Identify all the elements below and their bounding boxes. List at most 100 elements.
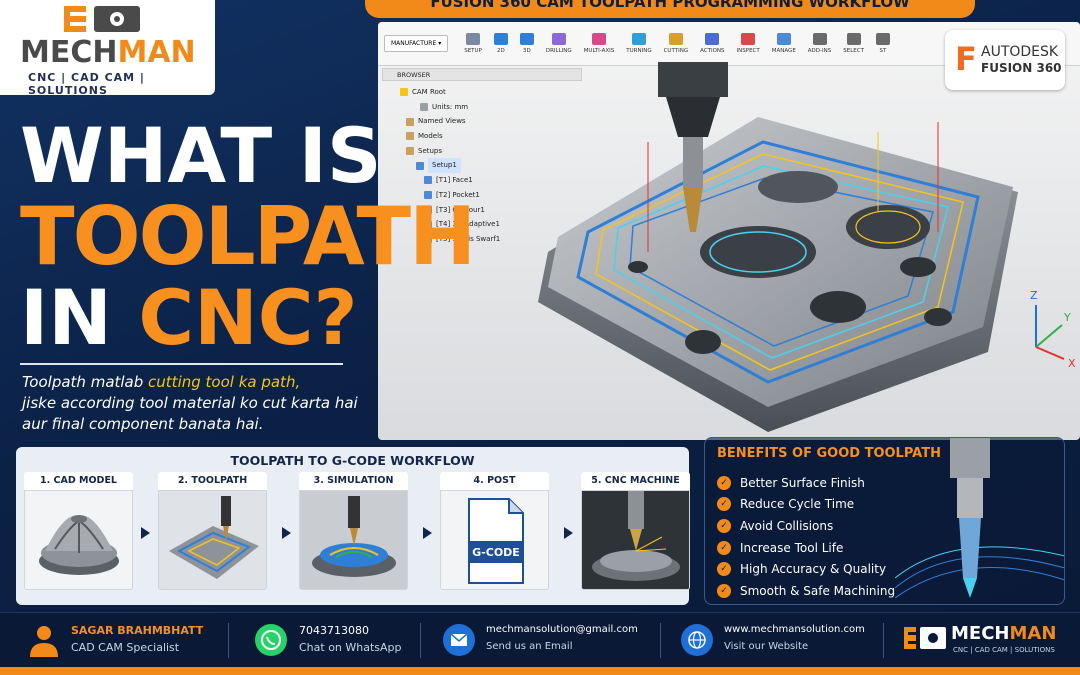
footer-phone-sub: Chat on WhatsApp: [299, 641, 402, 654]
toolbar-label: ACTIONS: [700, 48, 725, 54]
impeller-icon: [39, 515, 119, 575]
arrow-icon: [564, 527, 573, 539]
endmill-illustration: [895, 438, 1064, 599]
footer-brand-tagline: CNC | CAD CAM | SOLUTIONS: [953, 646, 1055, 654]
user-icon: [30, 626, 58, 657]
browser-item-label: Models: [418, 132, 443, 141]
headline-line2: TOOLPATH: [20, 190, 476, 283]
browser-node-icon: [420, 103, 428, 112]
brand-tagline: CNC | CAD CAM | SOLUTIONS: [28, 71, 145, 97]
toolbar-icon: [591, 33, 606, 45]
headline-line3: IN CNC?: [20, 273, 358, 362]
divider: [20, 363, 343, 365]
toolbar-manage-button[interactable]: MANAGE: [766, 24, 802, 64]
benefit-item: ✓ Avoid Collisions: [717, 515, 895, 537]
footer-website[interactable]: www.mechmansolution.com Visit our Websit…: [681, 613, 881, 668]
browser-item-label: Setups: [418, 146, 443, 155]
workflow-step-cnc-machine: 5. CNC MACHINE: [581, 472, 690, 590]
footer-web-url: www.mechmansolution.com: [724, 624, 865, 635]
browser-item-label: CAM Root: [412, 88, 446, 96]
toolbar-cutting-button[interactable]: CUTTING: [658, 24, 695, 64]
footer-brand-name: MECHMAN: [951, 623, 1057, 644]
browser-node-icon: [406, 117, 414, 126]
email-icon: [443, 624, 475, 656]
brand-name: MECHMAN: [20, 35, 196, 70]
footer-email[interactable]: mechmansolution@gmail.com Send us an Ema…: [443, 613, 658, 668]
toolbar-icon: [741, 33, 756, 45]
benefit-item: ✓ High Accuracy & Quality: [717, 558, 895, 580]
toolbar-turning-button[interactable]: TURNING: [620, 24, 657, 64]
benefit-item: ✓ Increase Tool Life: [717, 537, 895, 559]
arrow-icon: [423, 527, 432, 539]
browser-item-label: Named Views: [418, 117, 466, 126]
footer: SAGAR BRAHMBHATT CAD CAM Specialist 7043…: [0, 612, 1080, 667]
browser-node-icon: [406, 132, 414, 141]
toolbar-label: MULTI-AXIS: [583, 48, 615, 54]
workflow-step-simulation: 3. SIMULATION: [299, 472, 408, 590]
brand-logo: MECHMAN CNC | CAD CAM | SOLUTIONS: [0, 0, 215, 97]
toolbar-drilling-button[interactable]: DRILLING: [540, 24, 578, 64]
description: Toolpath matlab cutting tool ka path, ji…: [22, 373, 358, 433]
footer-web-sub: Visit our Website: [724, 641, 809, 652]
check-icon: ✓: [717, 562, 731, 577]
browser-item-label: [T1] Face1: [436, 176, 473, 185]
cnc-machine-icon: [582, 491, 689, 589]
check-icon: ✓: [717, 540, 731, 555]
gcode-file-icon: G-CODE: [468, 498, 524, 584]
toolbar-label: CUTTING: [663, 48, 689, 54]
axis-x-label: X: [1068, 357, 1076, 367]
footer-role: CAD CAM Specialist: [71, 641, 180, 654]
workflow-step-post-processor: 4. POST PROCESSOR G-CODE: [440, 472, 549, 590]
axis-y-label: Y: [1063, 311, 1071, 324]
toolbar-setup-button[interactable]: SETUP: [458, 24, 488, 64]
footer-whatsapp[interactable]: 7043713080 Chat on WhatsApp: [255, 613, 435, 668]
toolbar-icon: [493, 33, 508, 45]
benefit-label: Reduce Cycle Time: [740, 497, 855, 512]
check-icon: ✓: [717, 518, 731, 533]
headline-line1: WHAT IS: [20, 111, 382, 200]
toolbar-select-button[interactable]: SELECT: [837, 24, 870, 64]
toolbar-label: MANAGE: [771, 48, 796, 54]
benefit-label: Avoid Collisions: [740, 518, 834, 533]
toolbar-3d-button[interactable]: 3D: [514, 24, 540, 64]
whatsapp-icon: [255, 624, 287, 656]
toolbar-st-button[interactable]: ST: [870, 24, 896, 64]
benefit-item: ✓ Reduce Cycle Time: [717, 494, 895, 516]
browser-item-label: Setup1: [428, 158, 461, 174]
workflow-step-toolpath: 2. TOOLPATH: [158, 472, 267, 590]
browser-node-icon: [400, 88, 408, 97]
toolbar-add-ins-button[interactable]: ADD-INS: [802, 24, 837, 64]
toolbar-actions-button[interactable]: ACTIONS: [694, 24, 730, 64]
toolbar-label: 2D: [497, 48, 505, 54]
workflow-title: TOOLPATH TO G-CODE WORKFLOW: [230, 453, 475, 468]
toolbar-icon: [875, 33, 890, 45]
footer-contact-person: SAGAR BRAHMBHATT CAD CAM Specialist: [28, 613, 228, 668]
mechman-logo-icon: [64, 6, 140, 32]
toolbar-multi-axis-button[interactable]: MULTI-AXIS: [578, 24, 621, 64]
fusion-logo-icon: F: [955, 40, 977, 78]
toolbar-label: ST: [879, 48, 887, 54]
toolbar-icon: [776, 33, 791, 45]
mechman-logo-icon: [904, 627, 946, 649]
badge-line1: AUTODESK: [981, 44, 1059, 60]
toolbar-icon: [631, 33, 646, 45]
footer-email-sub: Send us an Email: [486, 641, 573, 652]
gcode-label: G-CODE: [472, 546, 520, 559]
benefit-item: ✓ Better Surface Finish: [717, 472, 895, 494]
check-icon: ✓: [717, 583, 731, 598]
autodesk-fusion-badge: F AUTODESK FUSION 360: [945, 30, 1065, 90]
benefit-label: Better Surface Finish: [740, 475, 865, 490]
axis-z-label: Z: [1030, 289, 1038, 302]
footer-logo: MECHMAN CNC | CAD CAM | SOLUTIONS: [903, 613, 1073, 668]
toolbar-label: TURNING: [626, 48, 652, 54]
footer-phone: 7043713080: [299, 624, 369, 637]
toolbar-icon: [812, 33, 827, 45]
arrow-icon: [282, 527, 291, 539]
workspace-dropdown[interactable]: MANUFACTURE ▾: [384, 35, 449, 52]
toolbar-icon: [466, 33, 481, 45]
toolbar-2d-button[interactable]: 2D: [488, 24, 514, 64]
browser-node-icon: [416, 161, 424, 170]
toolbar-inspect-button[interactable]: INSPECT: [731, 24, 766, 64]
toolbar-icon: [519, 33, 534, 45]
browser-node-icon: [406, 147, 414, 156]
